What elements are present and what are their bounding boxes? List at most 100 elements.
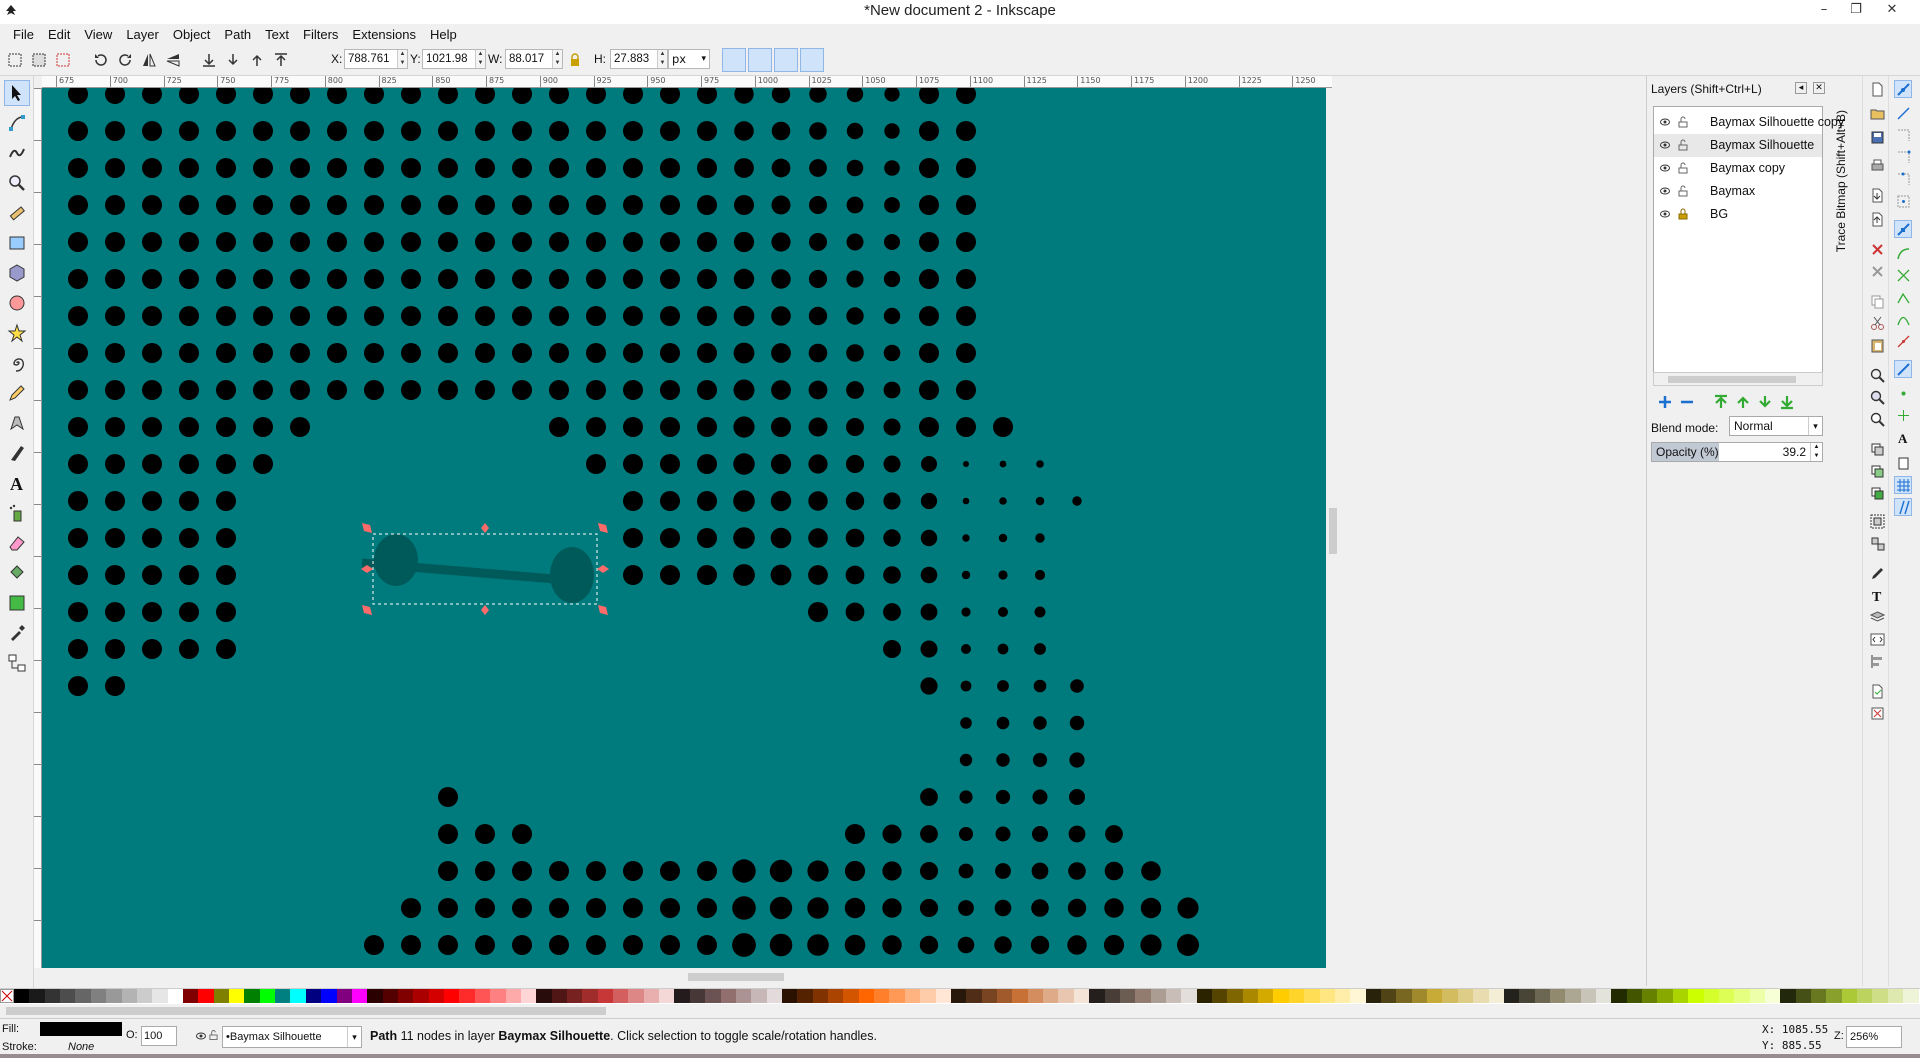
paint-bucket-tool-icon[interactable] — [4, 560, 30, 586]
flip-horizontal-icon[interactable] — [138, 49, 160, 71]
palette-swatch[interactable] — [751, 989, 767, 1003]
palette-swatch[interactable] — [1672, 989, 1689, 1003]
eraser-tool-icon[interactable] — [4, 530, 30, 556]
scrollbar-thumb[interactable] — [1329, 508, 1337, 554]
palette-swatch[interactable] — [1104, 989, 1120, 1003]
palette-swatch[interactable] — [1089, 989, 1105, 1003]
palette-swatch[interactable] — [106, 989, 122, 1003]
palette-swatch[interactable] — [766, 989, 782, 1003]
palette-swatch[interactable] — [1027, 989, 1044, 1003]
palette-swatch[interactable] — [229, 989, 245, 1003]
lower-icon[interactable] — [222, 49, 244, 71]
palette-swatch[interactable] — [290, 989, 306, 1003]
palette-swatch[interactable] — [1457, 989, 1474, 1003]
cut-icon[interactable] — [1868, 314, 1886, 332]
palette-swatch[interactable] — [413, 989, 429, 1003]
calligraphy-tool-icon[interactable] — [4, 440, 30, 466]
snap-smooth-nodes-icon[interactable] — [1894, 310, 1912, 328]
palette-swatch[interactable] — [981, 989, 997, 1003]
zoom-drawing-icon[interactable] — [1868, 388, 1886, 406]
layer-list-scrollbar[interactable] — [1653, 372, 1823, 386]
snap-enable-icon[interactable] — [1894, 80, 1912, 98]
palette-swatch[interactable] — [874, 989, 890, 1003]
palette-swatch[interactable] — [1411, 989, 1428, 1003]
palette-swatch[interactable] — [1611, 989, 1627, 1003]
palette-swatch[interactable] — [1549, 989, 1566, 1003]
x-input[interactable]: 788.761 ▲ ▼ — [344, 49, 408, 69]
measure-tool-icon[interactable] — [4, 200, 30, 226]
drawing-canvas[interactable] — [42, 88, 1326, 968]
palette-swatch[interactable] — [1826, 989, 1842, 1003]
palette-swatch[interactable] — [705, 989, 721, 1003]
layer-name[interactable]: Baymax copy — [1710, 161, 1785, 175]
palette-swatch[interactable] — [889, 989, 905, 1003]
palette-swatch[interactable] — [459, 989, 475, 1003]
palette-swatch[interactable] — [1119, 989, 1136, 1003]
visibility-eye-icon[interactable] — [1660, 186, 1670, 196]
menu-filters[interactable]: Filters — [296, 27, 345, 42]
palette-swatch[interactable] — [367, 989, 383, 1003]
menu-extensions[interactable]: Extensions — [345, 27, 423, 42]
palette-swatch[interactable] — [1304, 989, 1320, 1003]
remove-layer-icon[interactable] — [1677, 392, 1697, 412]
palette-swatch[interactable] — [551, 989, 567, 1003]
save-icon[interactable] — [1868, 128, 1886, 146]
document-properties-icon[interactable] — [1868, 682, 1886, 700]
clone-icon[interactable] — [1868, 462, 1886, 480]
dropper-tool-icon[interactable] — [4, 620, 30, 646]
layer-name[interactable]: Baymax — [1710, 184, 1755, 198]
layer-name[interactable]: BG — [1710, 207, 1728, 221]
palette-swatch[interactable] — [213, 989, 230, 1003]
canvas-vertical-scrollbar[interactable] — [1326, 88, 1340, 968]
palette-swatch[interactable] — [1181, 989, 1197, 1003]
palette-swatch[interactable] — [152, 989, 168, 1003]
scale-handle-sw[interactable] — [362, 605, 372, 615]
palette-swatch[interactable] — [1688, 989, 1704, 1003]
minimize-button[interactable]: – — [1810, 0, 1838, 22]
snap-object-centers-icon[interactable] — [1894, 384, 1912, 402]
palette-swatch[interactable] — [628, 989, 644, 1003]
menu-text[interactable]: Text — [258, 27, 296, 42]
palette-swatch[interactable] — [613, 989, 629, 1003]
unlocked-icon[interactable] — [1678, 116, 1688, 128]
palette-swatch[interactable] — [14, 989, 30, 1003]
redo-icon[interactable] — [1868, 262, 1886, 280]
menu-view[interactable]: View — [77, 27, 119, 42]
fill-stroke-icon[interactable] — [1868, 564, 1886, 582]
snap-bbox-edges-icon[interactable] — [1894, 126, 1912, 144]
palette-swatch[interactable] — [397, 989, 414, 1003]
dock-iconify-icon[interactable]: ◂ — [1795, 82, 1807, 94]
palette-swatch[interactable] — [1596, 989, 1612, 1003]
export-icon[interactable] — [1868, 210, 1886, 228]
snap-guides-icon[interactable] — [1894, 498, 1912, 516]
print-icon[interactable] — [1868, 156, 1886, 174]
select-all-icon[interactable] — [4, 49, 26, 71]
palette-swatch[interactable] — [659, 989, 675, 1003]
palette-swatch[interactable] — [1580, 989, 1597, 1003]
menu-path[interactable]: Path — [217, 27, 258, 42]
scale-handle-s[interactable] — [481, 605, 489, 615]
align-distribute-icon[interactable] — [1868, 652, 1886, 670]
visibility-eye-icon[interactable] — [1660, 209, 1670, 219]
paste-icon[interactable] — [1868, 336, 1886, 354]
layer-lock-icon[interactable] — [209, 1029, 218, 1041]
w-input[interactable]: 88.017 ▲ ▼ — [505, 49, 563, 69]
palette-swatch[interactable] — [1196, 989, 1213, 1003]
palette-swatch[interactable] — [1764, 989, 1781, 1003]
palette-swatch[interactable] — [1718, 989, 1735, 1003]
palette-swatch[interactable] — [1857, 989, 1873, 1003]
palette-swatch[interactable] — [781, 989, 798, 1003]
palette-swatch[interactable] — [1165, 989, 1182, 1003]
menu-help[interactable]: Help — [423, 27, 464, 42]
palette-swatch[interactable] — [1350, 989, 1366, 1003]
snap-paths-icon[interactable] — [1894, 244, 1912, 262]
palette-swatch[interactable] — [1242, 989, 1259, 1003]
palette-swatch[interactable] — [382, 989, 398, 1003]
no-paint-swatch-icon[interactable] — [0, 989, 14, 1003]
palette-swatch[interactable] — [720, 989, 736, 1003]
selector-tool-icon[interactable] — [4, 80, 30, 106]
object-opacity-input[interactable]: 100 — [141, 1026, 177, 1046]
canvas-horizontal-scrollbar[interactable] — [42, 968, 1340, 986]
palette-swatch[interactable] — [259, 989, 276, 1003]
palette-swatch[interactable] — [1642, 989, 1658, 1003]
